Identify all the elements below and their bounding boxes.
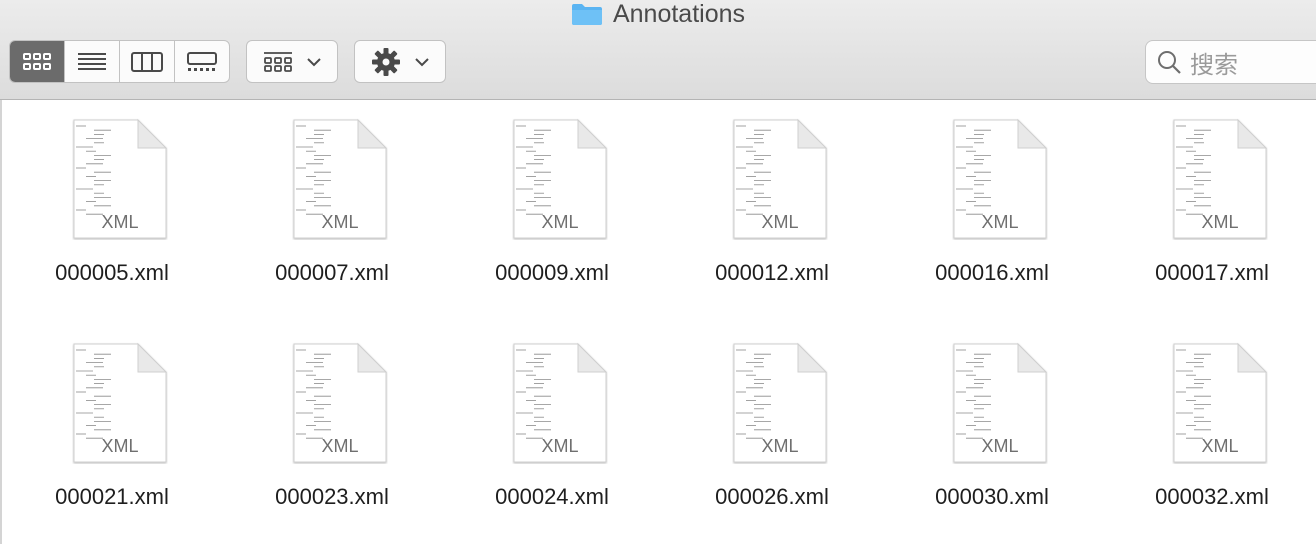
icon-view-button[interactable] <box>10 41 65 82</box>
column-view-button[interactable] <box>120 41 175 82</box>
group-grid-icon <box>264 51 292 72</box>
toolbar: Annotations 搜索 <box>0 0 1316 100</box>
finder-window: Annotations 搜索 XML 000005.xml XML 000007… <box>0 0 1316 544</box>
file-item[interactable]: XML 000021.xml <box>2 324 222 524</box>
group-by-button[interactable] <box>246 40 338 83</box>
file-name: 000007.xml <box>275 260 389 285</box>
gear-icon <box>372 47 400 76</box>
file-type-label: XML <box>321 212 359 232</box>
file-name: 000016.xml <box>935 260 1049 285</box>
gallery-view-icon <box>187 51 217 71</box>
file-name: 000032.xml <box>1155 484 1269 509</box>
file-item[interactable]: XML 000016.xml <box>882 100 1102 300</box>
file-type-label: XML <box>541 436 579 456</box>
file-name: 000009.xml <box>495 260 609 285</box>
gallery-view-button[interactable] <box>175 41 229 82</box>
list-view-icon <box>78 52 106 70</box>
chevron-down-icon <box>307 57 321 66</box>
file-type-label: XML <box>981 436 1019 456</box>
search-field[interactable]: 搜索 <box>1145 40 1316 84</box>
folder-icon <box>571 4 602 25</box>
file-type-label: XML <box>1201 436 1239 456</box>
file-name: 000017.xml <box>1155 260 1269 285</box>
file-item[interactable]: XML 000026.xml <box>662 324 882 524</box>
file-item[interactable]: XML 000005.xml <box>2 100 222 300</box>
file-item[interactable]: XML 000030.xml <box>882 324 1102 524</box>
file-name: 000024.xml <box>495 484 609 509</box>
file-name: 000005.xml <box>55 260 169 285</box>
file-item[interactable]: XML 000023.xml <box>222 324 442 524</box>
file-type-label: XML <box>541 212 579 232</box>
file-item[interactable]: XML 000009.xml <box>442 100 662 300</box>
file-item[interactable]: XML 000017.xml <box>1102 100 1316 300</box>
file-name: 000023.xml <box>275 484 389 509</box>
list-view-button[interactable] <box>65 41 120 82</box>
file-type-label: XML <box>1201 212 1239 232</box>
file-type-label: XML <box>761 436 799 456</box>
file-item[interactable]: XML 000032.xml <box>1102 324 1316 524</box>
title-bar: Annotations <box>0 0 1316 28</box>
file-type-label: XML <box>101 212 139 232</box>
file-type-label: XML <box>101 436 139 456</box>
action-button[interactable] <box>354 40 446 83</box>
view-mode-control <box>9 40 230 83</box>
file-type-label: XML <box>981 212 1019 232</box>
window-title: Annotations <box>612 0 746 28</box>
file-item[interactable]: XML 000012.xml <box>662 100 882 300</box>
search-icon <box>1158 51 1181 74</box>
file-type-label: XML <box>321 436 359 456</box>
file-name: 000026.xml <box>715 484 829 509</box>
file-item[interactable]: XML 000024.xml <box>442 324 662 524</box>
file-name: 000012.xml <box>715 260 829 285</box>
file-grid: XML 000005.xml XML 000007.xml XML 000009.xm… <box>0 100 1316 544</box>
file-name: 000021.xml <box>55 484 169 509</box>
column-view-icon <box>131 51 163 72</box>
file-item[interactable]: XML 000007.xml <box>222 100 442 300</box>
icon-view-icon <box>23 52 51 70</box>
search-placeholder: 搜索 <box>1190 51 1238 79</box>
chevron-down-icon <box>415 57 429 66</box>
file-name: 000030.xml <box>935 484 1049 509</box>
file-type-label: XML <box>761 212 799 232</box>
